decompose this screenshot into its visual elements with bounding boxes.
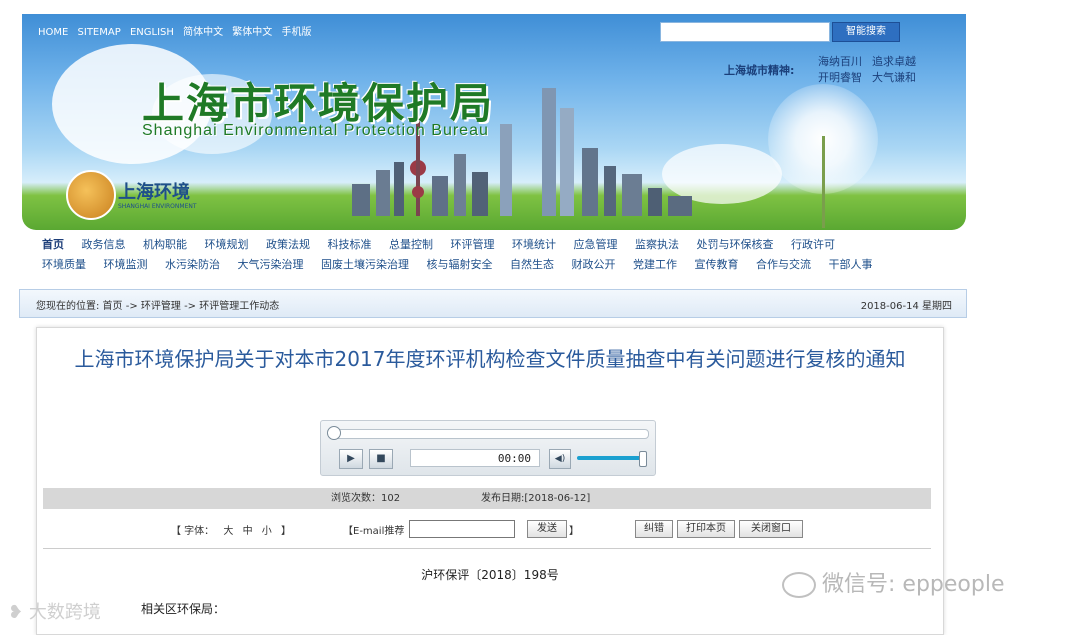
nav-item[interactable]: 党建工作 — [633, 258, 677, 271]
nav-item[interactable]: 核与辐射安全 — [427, 258, 493, 271]
link-traditional-chinese[interactable]: 繁体中文 — [232, 27, 272, 38]
report-error-button[interactable]: 纠错 — [635, 520, 673, 538]
font-medium-link[interactable]: 中 — [243, 526, 253, 537]
article-toolbar: 【 字体： 大 中 小 】 【E-mail推荐 发送 】 纠错 打印本页 关闭窗… — [37, 518, 943, 540]
progress-knob[interactable] — [327, 426, 341, 440]
volume-bar[interactable] — [577, 456, 643, 460]
nav-item[interactable]: 机构职能 — [143, 238, 187, 251]
stop-icon[interactable]: ■ — [369, 449, 393, 469]
breadcrumb-bar: 您现在的位置: 首页 -> 环评管理 -> 环评管理工作动态 2018-06-1… — [19, 289, 967, 318]
nav-item[interactable]: 科技标准 — [328, 238, 372, 251]
search-input[interactable] — [660, 22, 830, 42]
font-large-link[interactable]: 大 — [223, 526, 233, 537]
city-spirit-label: 上海城市精神: — [724, 64, 795, 77]
nav-item[interactable]: 政务信息 — [82, 238, 126, 251]
nav-item[interactable]: 固废土壤污染治理 — [321, 258, 409, 271]
article-title: 上海市环境保护局关于对本市2017年度环评机构检查文件质量抽查中有关问题进行复核… — [74, 347, 906, 371]
nav-item[interactable]: 环境规划 — [205, 238, 249, 251]
email-field[interactable] — [409, 520, 515, 538]
nav-item[interactable]: 环评管理 — [451, 238, 495, 251]
send-button[interactable]: 发送 — [527, 520, 567, 538]
nav-item[interactable]: 大气污染治理 — [238, 258, 304, 271]
spirit-word: 开明睿智 — [818, 71, 862, 84]
nav-item[interactable]: 处罚与环保核查 — [697, 238, 774, 251]
nav-item[interactable]: 应急管理 — [574, 238, 618, 251]
play-icon[interactable]: ▶ — [339, 449, 363, 469]
article-meta-bar: 浏览次数：102 发布日期:[2018-06-12] — [43, 488, 931, 509]
volume-icon[interactable]: ◀) — [549, 449, 571, 469]
spirit-word: 大气谦和 — [872, 71, 916, 84]
spirit-word: 海纳百川 — [818, 55, 862, 68]
nav-item[interactable]: 环境统计 — [512, 238, 556, 251]
watermark-text: 大数跨境 — [28, 602, 101, 623]
logo-text: 上海环境 — [118, 182, 190, 203]
divider — [43, 548, 931, 549]
nav-row-secondary: 环境质量 环境监测 水污染防治 大气污染治理 固废土壤污染治理 核与辐射安全 自… — [42, 256, 887, 272]
audio-player: ▶ ■ 00:00 ◀) — [320, 420, 656, 476]
link-home[interactable]: HOME — [38, 27, 68, 38]
current-date: 2018-06-14 星期四 — [860, 301, 952, 312]
link-simplified-chinese[interactable]: 简体中文 — [183, 27, 223, 38]
nav-item[interactable]: 水污染防治 — [165, 258, 220, 271]
font-size-control: 【 字体： 大 中 小 】 — [171, 522, 297, 537]
nav-row-primary: 首页 政务信息 机构职能 环境规划 政策法规 科技标准 总量控制 环评管理 环境… — [42, 236, 849, 252]
publish-date: 发布日期:[2018-06-12] — [481, 493, 591, 504]
logo-subtext: SHANGHAI ENVIRONMENT — [118, 203, 197, 210]
link-mobile[interactable]: 手机版 — [281, 27, 311, 38]
site-title-english: Shanghai Environmental Protection Bureau — [142, 122, 489, 139]
wechat-watermark: 微信号: eppeople — [782, 566, 1004, 598]
nav-item[interactable]: 宣传教育 — [695, 258, 739, 271]
nav-item[interactable]: 干部人事 — [829, 258, 873, 271]
bureau-logo-icon — [66, 170, 116, 220]
top-links: HOME SITEMAP ENGLISH 简体中文 繁体中文 手机版 — [38, 23, 317, 38]
print-button[interactable]: 打印本页 — [677, 520, 735, 538]
header-banner: HOME SITEMAP ENGLISH 简体中文 繁体中文 手机版 智能搜索 — [22, 14, 966, 230]
font-small-link[interactable]: 小 — [262, 526, 272, 537]
source-watermark: ❥ 大数跨境 — [8, 598, 101, 624]
watermark-logo-icon: ❥ — [8, 602, 24, 623]
font-size-prefix: 【 字体： — [171, 526, 215, 537]
email-bracket: 】 — [569, 526, 579, 537]
nav-item[interactable]: 监察执法 — [635, 238, 679, 251]
page: HOME SITEMAP ENGLISH 简体中文 繁体中文 手机版 智能搜索 — [0, 0, 1080, 635]
city-spirit-words: 海纳百川 追求卓越 开明睿智 大气谦和 — [818, 54, 926, 86]
search-button[interactable]: 智能搜索 — [832, 22, 900, 42]
close-window-button[interactable]: 关闭窗口 — [739, 520, 803, 538]
volume-knob[interactable] — [639, 451, 647, 467]
nav-item[interactable]: 行政许可 — [791, 238, 835, 251]
nav-item[interactable]: 财政公开 — [572, 258, 616, 271]
link-english[interactable]: ENGLISH — [130, 27, 174, 38]
spirit-word: 追求卓越 — [872, 55, 916, 68]
breadcrumb[interactable]: 您现在的位置: 首页 -> 环评管理 -> 环评管理工作动态 — [36, 297, 279, 312]
wechat-icon — [782, 572, 816, 598]
email-recommend-label: 【E-mail推荐 — [343, 526, 405, 537]
nav-item[interactable]: 自然生态 — [510, 258, 554, 271]
link-sitemap[interactable]: SITEMAP — [78, 27, 121, 38]
watermark-text: 微信号: eppeople — [822, 572, 1005, 597]
addressee: 相关区环保局： — [141, 602, 226, 616]
font-size-suffix: 】 — [280, 526, 291, 537]
dandelion-stem — [822, 136, 825, 228]
nav-item[interactable]: 环境监测 — [104, 258, 148, 271]
nav-item[interactable]: 合作与交流 — [756, 258, 811, 271]
time-display: 00:00 — [410, 449, 540, 467]
nav-item[interactable]: 环境质量 — [42, 258, 86, 271]
nav-item[interactable]: 总量控制 — [389, 238, 433, 251]
view-count: 浏览次数：102 — [331, 493, 401, 504]
nav-item-home[interactable]: 首页 — [42, 238, 64, 251]
nav-item[interactable]: 政策法规 — [266, 238, 310, 251]
progress-track[interactable] — [331, 429, 649, 439]
main-navigation: 首页 政务信息 机构职能 环境规划 政策法规 科技标准 总量控制 环评管理 环境… — [22, 230, 966, 278]
